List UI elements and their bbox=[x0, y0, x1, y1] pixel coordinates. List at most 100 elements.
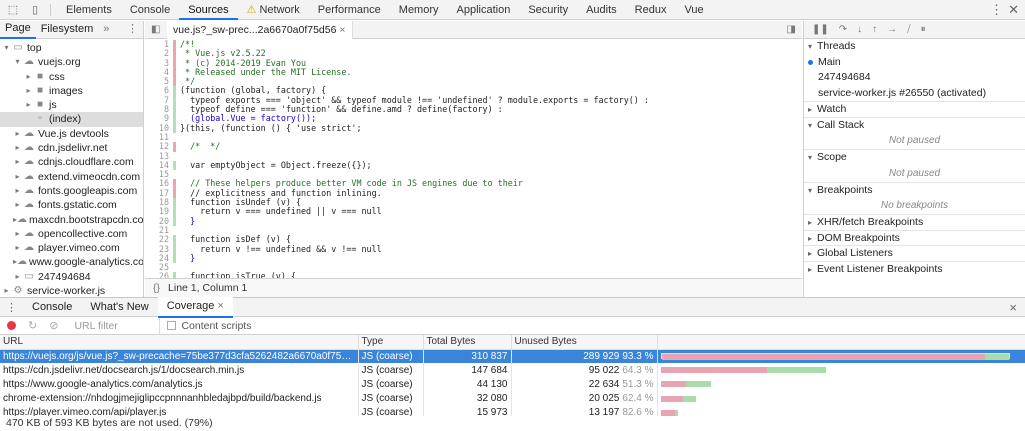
xhr-breakpoints-section[interactable]: ▸ XHR/fetch Breakpoints bbox=[804, 214, 1025, 230]
tree-item[interactable]: ▸ ■ css bbox=[0, 70, 143, 84]
tree-item[interactable]: ▸ ☁ Vue.js devtools bbox=[0, 127, 143, 141]
tab-network[interactable]: ⚠ Network bbox=[238, 0, 309, 20]
tree-item-label: player.vimeo.com bbox=[38, 242, 120, 255]
toggle-debugger-icon[interactable]: ◨ bbox=[787, 24, 796, 35]
expand-arrow-icon[interactable]: ▸ bbox=[13, 241, 22, 255]
coverage-row[interactable]: https://vuejs.org/js/vue.js?_sw-precache… bbox=[0, 349, 1025, 364]
col-type[interactable]: Type bbox=[358, 335, 424, 350]
thread-247494684[interactable]: 247494684 bbox=[804, 70, 1025, 86]
coverage-row[interactable]: chrome-extension://nhdogjmejiglipccpnnna… bbox=[0, 391, 1025, 406]
call-stack-section[interactable]: ▾ Call Stack bbox=[804, 116, 1025, 133]
expand-arrow-icon[interactable]: ▸ bbox=[13, 270, 22, 284]
pause-icon[interactable]: ❚❚ bbox=[812, 24, 829, 35]
breakpoints-section[interactable]: ▾ Breakpoints bbox=[804, 181, 1025, 198]
navigator-menu-icon[interactable]: ⋮ bbox=[122, 21, 143, 38]
step-out-icon[interactable]: ↑ bbox=[872, 24, 877, 35]
tab-application[interactable]: Application bbox=[448, 0, 520, 20]
device-toolbar-icon[interactable]: ▯ bbox=[26, 3, 44, 17]
tab-audits[interactable]: Audits bbox=[577, 0, 626, 20]
deactivate-breakpoints-icon[interactable]: ⧸ bbox=[907, 24, 910, 35]
step-icon[interactable]: → bbox=[887, 24, 897, 35]
tree-item[interactable]: ▸ ▭ 247494684 bbox=[0, 270, 143, 284]
col-url[interactable]: URL bbox=[0, 335, 359, 350]
tree-item[interactable]: ▸ ■ js bbox=[0, 98, 143, 112]
expand-arrow-icon[interactable]: ▸ bbox=[13, 155, 22, 169]
event-listener-breakpoints-section[interactable]: ▸ Event Listener Breakpoints bbox=[804, 260, 1025, 277]
reload-icon[interactable]: ↻ bbox=[28, 319, 37, 332]
expand-arrow-icon[interactable]: ▸ bbox=[13, 141, 22, 155]
coverage-row[interactable]: https://www.google-analytics.com/analyti… bbox=[0, 377, 1025, 392]
expand-arrow-icon[interactable]: ▸ bbox=[13, 198, 22, 212]
tree-item[interactable]: ▸ ☁ player.vimeo.com bbox=[0, 241, 143, 255]
tree-item[interactable]: ▫ (index) bbox=[0, 112, 143, 127]
tab-console[interactable]: Console bbox=[121, 0, 179, 20]
threads-section[interactable]: ▾ Threads bbox=[804, 39, 1025, 55]
more-tabs-icon[interactable]: » bbox=[98, 21, 114, 38]
expand-arrow-icon[interactable]: ▸ bbox=[13, 127, 22, 141]
tree-item[interactable]: ▸ ☁ fonts.googleapis.com bbox=[0, 184, 143, 198]
tree-item[interactable]: ▸ ■ images bbox=[0, 84, 143, 98]
tree-item[interactable]: ▸ ☁ www.google-analytics.com bbox=[0, 255, 143, 269]
tab-sources[interactable]: Sources bbox=[179, 0, 238, 20]
tab-vue[interactable]: Vue bbox=[675, 0, 712, 20]
col-total-bytes[interactable]: Total Bytes bbox=[423, 335, 512, 350]
tree-item[interactable]: ▸ ⚙ service-worker.js bbox=[0, 284, 143, 297]
thread-service-worker[interactable]: service-worker.js #26550 (activated) bbox=[804, 86, 1025, 102]
expand-arrow-icon[interactable]: ▸ bbox=[2, 284, 11, 297]
scope-section[interactable]: ▾ Scope bbox=[804, 149, 1025, 165]
dom-breakpoints-section[interactable]: ▸ DOM Breakpoints bbox=[804, 229, 1025, 246]
expand-arrow-icon[interactable]: ▸ bbox=[13, 227, 22, 241]
drawer-tab-console[interactable]: Console bbox=[23, 298, 81, 317]
coverage-row[interactable]: https://cdn.jsdelivr.net/docsearch.js/1/… bbox=[0, 363, 1025, 378]
content-scripts-checkbox[interactable] bbox=[167, 321, 177, 330]
inspect-element-icon[interactable]: ⬚ bbox=[4, 3, 22, 17]
record-icon[interactable] bbox=[7, 321, 16, 330]
toggle-navigator-icon[interactable]: ◧ bbox=[151, 24, 160, 35]
expand-arrow-icon[interactable]: ▾ bbox=[2, 41, 11, 55]
close-devtools-icon[interactable]: ✕ bbox=[1008, 2, 1019, 18]
coverage-table: URL Type Total Bytes Unused Bytes https:… bbox=[0, 335, 1025, 420]
code-view[interactable]: 1/*! 2 * Vue.js v2.5.22 3 * (c) 2014-2019 … bbox=[145, 40, 802, 278]
coverage-gutter-mark bbox=[173, 207, 176, 217]
tree-item[interactable]: ▸ ☁ opencollective.com bbox=[0, 227, 143, 241]
tab-security[interactable]: Security bbox=[519, 0, 577, 20]
expand-arrow-icon[interactable]: ▸ bbox=[24, 98, 33, 112]
drawer-tab-coverage[interactable]: Coverage × bbox=[157, 296, 233, 318]
expand-arrow-icon[interactable]: ▾ bbox=[13, 55, 22, 69]
clear-icon[interactable]: ⊘ bbox=[49, 319, 58, 332]
tab-memory[interactable]: Memory bbox=[390, 0, 448, 20]
editor-file-tab[interactable]: vue.js?_sw-prec...2a6670a0f75d56 × bbox=[167, 20, 353, 39]
tree-item[interactable]: ▾ ☁ vuejs.org bbox=[0, 55, 143, 69]
close-drawer-icon[interactable]: × bbox=[1009, 300, 1017, 315]
expand-arrow-icon[interactable]: ▸ bbox=[24, 84, 33, 98]
expand-arrow-icon[interactable]: ▸ bbox=[13, 170, 22, 184]
tab-filesystem[interactable]: Filesystem bbox=[36, 21, 99, 38]
pretty-print-icon[interactable]: {} bbox=[153, 282, 160, 294]
tree-item[interactable]: ▸ ☁ fonts.gstatic.com bbox=[0, 198, 143, 212]
tab-redux[interactable]: Redux bbox=[626, 0, 676, 20]
more-options-icon[interactable]: ⋮ bbox=[990, 2, 1003, 18]
tree-item[interactable]: ▸ ☁ cdn.jsdelivr.net bbox=[0, 141, 143, 155]
step-over-icon[interactable]: ↷ bbox=[839, 24, 847, 35]
tree-item[interactable]: ▸ ☁ cdnjs.cloudflare.com bbox=[0, 155, 143, 169]
tab-elements[interactable]: Elements bbox=[57, 0, 121, 20]
url-filter-input[interactable]: URL filter bbox=[74, 316, 161, 335]
drawer-menu-icon[interactable]: ⋮ bbox=[6, 301, 17, 314]
global-listeners-section[interactable]: ▸ Global Listeners bbox=[804, 245, 1025, 261]
expand-arrow-icon[interactable]: ▸ bbox=[24, 70, 33, 84]
tree-item[interactable]: ▾ ▭ top bbox=[0, 41, 143, 55]
close-tab-icon[interactable]: × bbox=[339, 24, 345, 36]
step-into-icon[interactable]: ↓ bbox=[857, 24, 862, 35]
watch-section[interactable]: ▸ Watch bbox=[804, 101, 1025, 117]
close-coverage-icon[interactable]: × bbox=[217, 300, 223, 312]
tab-performance[interactable]: Performance bbox=[309, 0, 390, 20]
thread-main[interactable]: Main bbox=[804, 55, 1025, 71]
col-unused-bytes[interactable]: Unused Bytes bbox=[511, 335, 658, 350]
drawer-tab-whats-new[interactable]: What's New bbox=[81, 298, 157, 317]
tree-item[interactable]: ▸ ☁ extend.vimeocdn.com bbox=[0, 170, 143, 184]
row-unused-bytes: 95 022 64.3 % bbox=[511, 363, 658, 378]
tab-page[interactable]: Page bbox=[0, 21, 36, 39]
tree-item[interactable]: ▸ ☁ maxcdn.bootstrapcdn.com bbox=[0, 213, 143, 227]
pause-on-exceptions-icon[interactable]: ⏸ bbox=[921, 24, 926, 35]
expand-arrow-icon[interactable]: ▸ bbox=[13, 184, 22, 198]
